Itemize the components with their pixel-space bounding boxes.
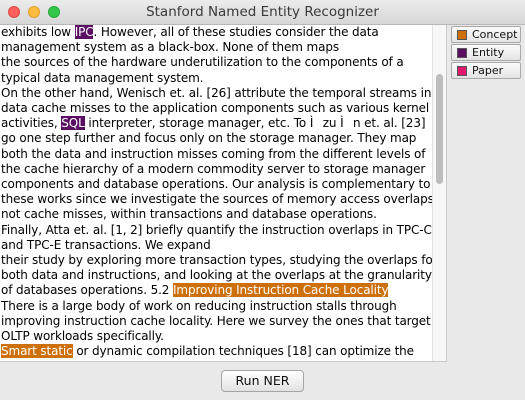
text-segment: the sources of the hardware underutiliza… — [1, 55, 404, 70]
document-text[interactable]: exhibits low IPC. However, all of these … — [0, 25, 446, 359]
entity-highlight-concept: Smart static — [1, 344, 73, 359]
concept-color-swatch — [457, 30, 467, 40]
text-segment: data cache misses to the application com… — [1, 101, 430, 116]
text-segment: activities, — [1, 116, 62, 131]
text-segment: of databases operations. 5.2 — [1, 283, 173, 298]
text-segment: components and database operations. Our … — [1, 177, 431, 192]
text-segment: these works since we investigate the sou… — [1, 192, 434, 207]
legend-label-entity: Entity — [472, 46, 505, 59]
title-bar: Stanford Named Entity Recognizer — [0, 0, 525, 25]
legend-button-entity[interactable]: Entity — [451, 44, 521, 61]
text-segment: Finally, Atta et. al. [1, 2] briefly qua… — [1, 222, 432, 237]
text-segment: both the data and instruction misses com… — [1, 146, 426, 161]
entity-color-swatch — [457, 48, 467, 58]
text-segment: go one step further and focus only on th… — [1, 131, 417, 146]
text-segment: OLTP workloads specifically. — [1, 329, 164, 344]
entity-legend: Concept Entity Paper — [451, 26, 521, 80]
entity-highlight-entity: IPC — [74, 25, 94, 39]
window-title: Stanford Named Entity Recognizer — [146, 4, 379, 20]
text-segment: . However, all of these studies consider… — [93, 25, 379, 39]
text-segment: There is a large body of work on reducin… — [1, 298, 397, 313]
text-segment: both data and instructions, and looking … — [1, 268, 432, 283]
legend-button-concept[interactable]: Concept — [451, 26, 521, 43]
text-segment: or dynamic compilation techniques [18] c… — [72, 344, 414, 359]
document-text-area[interactable]: exhibits low IPC. However, all of these … — [0, 25, 447, 362]
entity-highlight-concept: Improving Instruction Cache Locality — [173, 283, 389, 298]
text-segment: typical data management system. — [1, 70, 204, 85]
vertical-scrollbar[interactable] — [432, 25, 446, 361]
text-segment: improving instruction cache locality. He… — [1, 313, 431, 328]
text-segment: the cache hierarchy of a modern commodit… — [1, 161, 426, 176]
legend-button-paper[interactable]: Paper — [451, 62, 521, 79]
scrollbar-thumb[interactable] — [436, 74, 443, 184]
text-segment: and TPC-E transactions. We expand — [1, 237, 211, 252]
entity-highlight-entity: SQL — [61, 116, 85, 131]
text-segment: exhibits low — [1, 25, 75, 39]
legend-label-concept: Concept — [472, 28, 518, 41]
text-segment: management system as a black-box. None o… — [1, 40, 339, 55]
text-segment: interpreter, storage manager, etc. To Ì… — [84, 116, 426, 131]
legend-label-paper: Paper — [472, 64, 504, 77]
text-segment: not cache misses, within transactions an… — [1, 207, 377, 222]
run-ner-button[interactable]: Run NER — [221, 370, 304, 392]
paper-color-swatch — [457, 66, 467, 76]
text-segment: their study by exploring more transactio… — [1, 253, 438, 268]
text-segment: On the other hand, Wenisch et. al. [26] … — [1, 85, 432, 100]
